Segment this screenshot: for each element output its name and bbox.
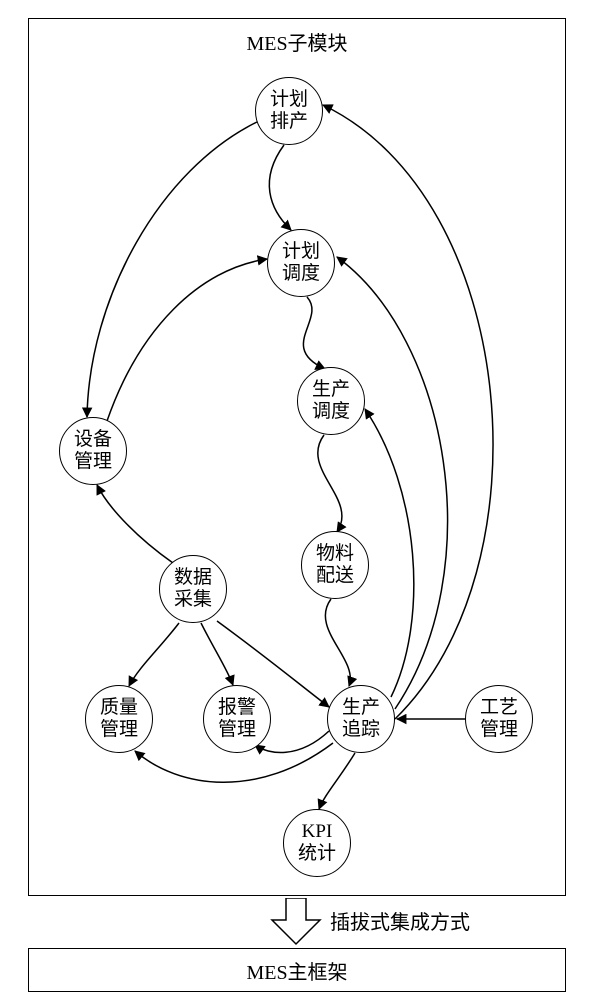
node-alarm-mgmt: 报警管理 — [203, 685, 271, 753]
node-equip-mgmt: 设备管理 — [59, 417, 127, 485]
node-prod-trace: 生产追踪 — [327, 685, 395, 753]
node-material-deliver: 物料配送 — [301, 531, 369, 599]
node-plan-dispatch: 计划调度 — [267, 229, 335, 297]
mes-submodule-container: MES子模块 计划排产 计划调度 生产调度 设备管理 数据采集 物料配送 质量管… — [28, 18, 566, 896]
container-title: MES子模块 — [246, 27, 347, 56]
integration-arrow — [268, 898, 324, 946]
node-data-collect: 数据采集 — [159, 555, 227, 623]
node-plan-schedule: 计划排产 — [255, 77, 323, 145]
node-prod-dispatch: 生产调度 — [297, 367, 365, 435]
integration-label: 插拔式集成方式 — [330, 906, 470, 935]
node-process-mgmt: 工艺管理 — [465, 685, 533, 753]
node-quality-mgmt: 质量管理 — [85, 685, 153, 753]
mes-main-frame-box: MES主框架 — [28, 948, 566, 992]
node-kpi-stat: KPI统计 — [283, 809, 351, 877]
